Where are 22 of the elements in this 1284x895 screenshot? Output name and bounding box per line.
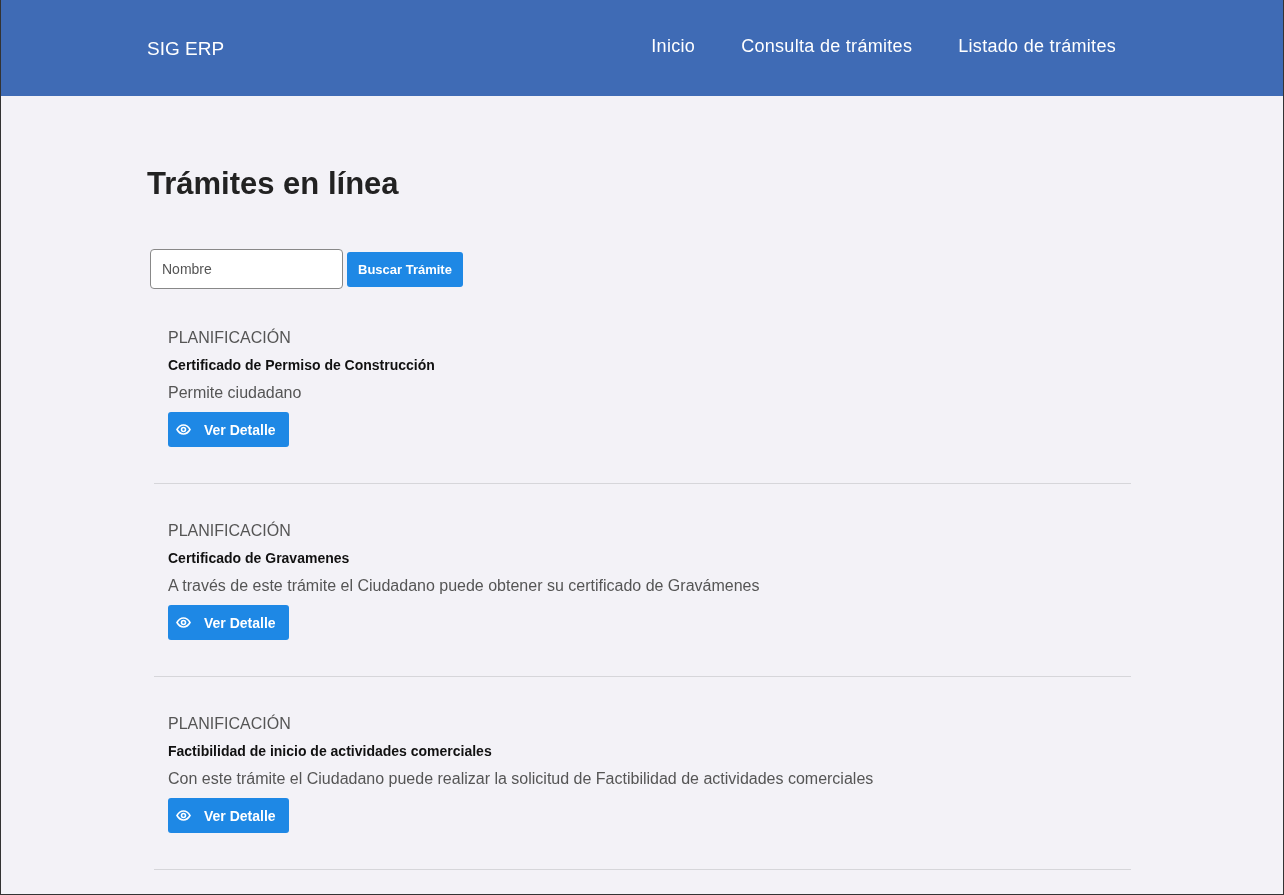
detail-button[interactable]: Ver Detalle bbox=[168, 605, 289, 640]
procedure-title: Factibilidad de inicio de actividades comerciales bbox=[168, 743, 493, 759]
nav-link[interactable]: Inicio bbox=[651, 35, 696, 57]
search-field[interactable]: Nombre bbox=[150, 249, 343, 289]
brand-name[interactable]: SIG ERP bbox=[147, 38, 225, 60]
eye-icon bbox=[176, 424, 191, 435]
procedure-description: Permite ciudadano bbox=[168, 384, 303, 402]
procedure-title: Certificado de Gravamenes bbox=[168, 550, 351, 566]
procedure-description: A través de este trámite el Ciudadano puede obtener su certificado de Gravámenes bbox=[168, 577, 761, 595]
nav-link[interactable]: Consulta de trámites bbox=[741, 35, 913, 57]
category-label: PLANIFICACIÓN bbox=[168, 715, 292, 733]
procedure-title: Certificado de Permiso de Construcción bbox=[168, 357, 436, 373]
category-label: PLANIFICACIÓN bbox=[168, 522, 292, 540]
page-title: Trámites en línea bbox=[147, 166, 400, 202]
detail-button[interactable]: Ver Detalle bbox=[168, 412, 289, 447]
category-label: PLANIFICACIÓN bbox=[168, 329, 292, 347]
eye-icon bbox=[176, 810, 191, 821]
nav-link[interactable]: Listado de trámites bbox=[958, 35, 1116, 57]
eye-icon bbox=[176, 617, 191, 628]
detail-button[interactable]: Ver Detalle bbox=[168, 798, 289, 833]
procedure-description: Con este trámite el Ciudadano puede realizar la solicitud de Factibilidad de actividades comerciales bbox=[168, 770, 875, 788]
search-button[interactable]: Buscar Trámite bbox=[347, 251, 463, 287]
